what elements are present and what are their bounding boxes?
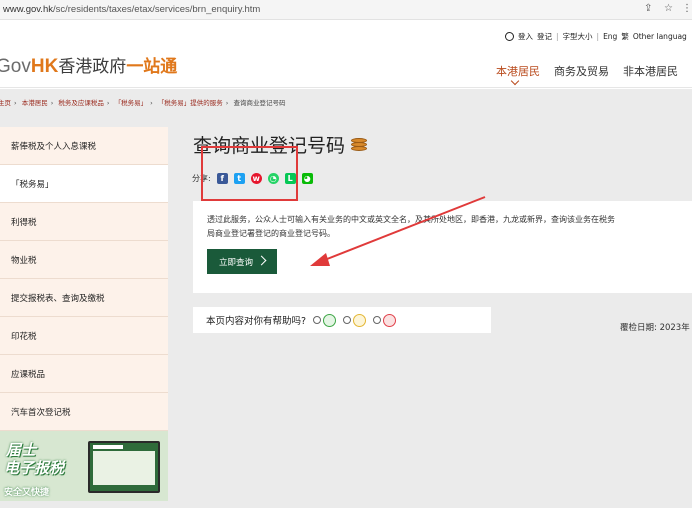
feedback-option-good[interactable] [313, 313, 337, 327]
extension-icon[interactable]: ⋮ [682, 3, 692, 14]
lang-trad-link[interactable]: 繁 [621, 31, 629, 42]
url-text[interactable]: www.gov.hk/sc/residents/taxes/etax/servi… [3, 4, 260, 15]
sad-face-icon [383, 313, 397, 327]
neutral-face-icon [353, 313, 367, 327]
service-description: 透过此服务，公众人士可输入有关业务的中文或英文全名，及其所处地区，即香港，九龙或… [207, 215, 615, 238]
sidebar-item-dutiable[interactable]: 应课税品 [0, 355, 168, 393]
query-now-button[interactable]: 立即查询 [207, 249, 277, 274]
breadcrumb-current: 查询商业登记号码 [233, 99, 286, 107]
radio-bad[interactable] [373, 316, 382, 324]
font-size-link[interactable]: 字型大小 [563, 31, 593, 42]
register-link[interactable]: 登记 [537, 31, 552, 42]
service-card: 透过此服务，公众人士可输入有关业务的中文或英文全名，及其所处地区，即香港，九龙或… [193, 201, 692, 293]
sidebar-item-salaries-tax[interactable]: 薪俸税及个人入息课税 [0, 127, 168, 165]
govhk-logo[interactable]: GovHK香港政府一站通 [0, 52, 177, 78]
nav-business[interactable]: 商务及贸易 [554, 63, 609, 79]
sidebar-item-stamp-duty[interactable]: 印花税 [0, 317, 168, 355]
breadcrumb-taxes[interactable]: 税务及应课税品 [58, 99, 104, 107]
sidebar-item-vehicle-tax[interactable]: 汽车首次登记税 [0, 393, 168, 431]
feedback-bar: 本页内容对你有帮助吗? [193, 307, 491, 333]
other-language-link[interactable]: Other languag [633, 32, 687, 41]
site-header: 登入 登记 | 字型大小 | Eng 繁 Other languag GovHK… [0, 20, 692, 88]
sidebar: 薪俸税及个人入息课税 「税务易」 利得税 物业税 提交报税表、查询及缴税 印花税… [0, 127, 168, 501]
chevron-right-icon [256, 255, 267, 266]
nav-residents[interactable]: 本港居民 [496, 63, 540, 79]
radio-ok[interactable] [343, 316, 352, 324]
wechat-icon[interactable]: ◕ [301, 173, 313, 184]
etax-banner[interactable]: 届士 电子报税 安全又快捷 [0, 431, 168, 501]
banner-line3: 安全又快捷 [4, 488, 50, 498]
radio-good[interactable] [313, 316, 322, 324]
nav-non-residents[interactable]: 非本港居民 [623, 63, 678, 79]
feedback-option-ok[interactable] [343, 313, 367, 327]
sidebar-item-etax[interactable]: 「税务易」 [0, 165, 168, 203]
banner-line2: 电子报税 [4, 459, 65, 477]
happy-face-icon [323, 313, 337, 327]
user-icon[interactable] [505, 32, 514, 41]
breadcrumb: 主页 › 本港居民 › 税务及应课税品 › 「税务易」 › 「税务易」提供的服务 › 查询… [0, 99, 286, 107]
bookmark-star-icon[interactable]: ☆ [664, 3, 673, 14]
reviewed-date: 覆检日期: 2023年 [620, 323, 690, 333]
login-link[interactable]: 登入 [518, 31, 533, 42]
top-links: 登入 登记 | 字型大小 | Eng 繁 Other languag [505, 31, 691, 42]
sidebar-item-profits-tax[interactable]: 利得税 [0, 203, 168, 241]
content-area: 主页 › 本港居民 › 税务及应课税品 › 「税务易」 › 「税务易」提供的服务 › 查询… [0, 89, 692, 508]
breadcrumb-etax[interactable]: 「税务易」 [115, 99, 148, 107]
sidebar-item-file-return[interactable]: 提交报税表、查询及缴税 [0, 279, 168, 317]
feedback-question: 本页内容对你有帮助吗? [206, 316, 307, 327]
share-page-icon[interactable]: ⇪ [644, 3, 652, 14]
breadcrumb-home[interactable]: 主页 [0, 99, 11, 107]
coins-icon [351, 137, 368, 153]
sidebar-item-property-tax[interactable]: 物业税 [0, 241, 168, 279]
feedback-option-bad[interactable] [373, 313, 397, 327]
highlight-box [201, 146, 298, 201]
breadcrumb-residents[interactable]: 本港居民 [22, 99, 48, 107]
main-nav: 本港居民 商务及贸易 非本港居民 [496, 63, 692, 79]
breadcrumb-etax-services[interactable]: 「税务易」提供的服务 [158, 99, 223, 107]
banner-screen-image [88, 441, 160, 493]
lang-en-link[interactable]: Eng [603, 32, 617, 41]
browser-url-bar[interactable]: www.gov.hk/sc/residents/taxes/etax/servi… [0, 0, 692, 20]
